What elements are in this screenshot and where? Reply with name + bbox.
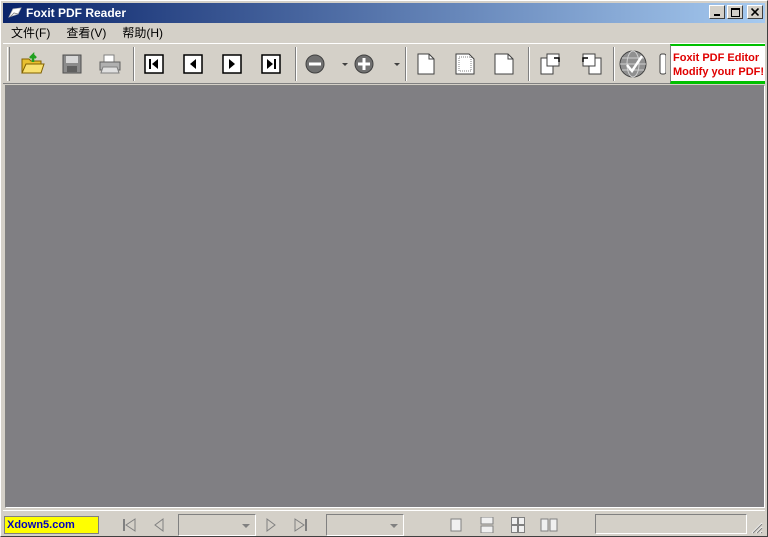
watermark-text: Xdown5.com [7, 519, 75, 531]
ad-line-2: Modify your PDF! [673, 66, 765, 78]
globe-icon [619, 50, 647, 78]
previous-page-icon [154, 518, 164, 532]
zoom-in-icon [354, 54, 374, 74]
rotate-right-button[interactable] [536, 50, 566, 78]
status-first-page-button[interactable] [119, 516, 139, 534]
previous-page-button[interactable] [178, 50, 208, 78]
previous-page-icon [183, 54, 203, 74]
fit-width-button[interactable] [489, 50, 519, 78]
window-controls [709, 5, 763, 19]
print-button[interactable] [95, 50, 125, 78]
toolbar-grip[interactable] [7, 47, 10, 81]
menu-help[interactable]: 帮助(H) [114, 24, 171, 41]
page-number-combo[interactable] [178, 514, 256, 536]
chevron-down-icon[interactable] [242, 524, 250, 528]
fit-page-button[interactable] [450, 50, 480, 78]
facing-continuous-icon [511, 517, 525, 533]
toolbar-separator [295, 47, 297, 81]
zoom-combo[interactable] [326, 514, 404, 536]
toolbar: Foxit PDF Editor Modify your PDF! [3, 43, 765, 84]
next-page-button[interactable] [217, 50, 247, 78]
zoom-out-icon [305, 54, 325, 74]
watermark-badge: Xdown5.com [4, 516, 99, 534]
two-page-view-button[interactable] [539, 516, 559, 534]
rotate-right-icon [540, 53, 560, 75]
status-next-page-button[interactable] [261, 516, 281, 534]
facing-pages-icon [540, 518, 558, 532]
minimize-button[interactable] [709, 5, 725, 19]
save-icon [62, 54, 82, 74]
print-icon [99, 54, 121, 74]
continuous-page-icon [480, 517, 494, 533]
window-title: Foxit PDF Reader [26, 6, 127, 20]
next-page-icon [222, 54, 242, 74]
actual-size-button[interactable] [411, 50, 441, 78]
continuous-view-button[interactable] [477, 516, 497, 534]
minimize-icon [714, 14, 720, 16]
zoom-out-button[interactable] [300, 50, 330, 78]
maximize-button[interactable] [727, 5, 743, 19]
more-tools-icon [659, 53, 666, 75]
toolbar-separator [405, 47, 407, 81]
next-page-icon [266, 518, 276, 532]
maximize-icon [730, 7, 740, 17]
more-tools-button[interactable] [654, 50, 668, 78]
close-button[interactable] [747, 5, 763, 19]
chevron-down-icon[interactable] [390, 524, 398, 528]
single-page-view-button[interactable] [446, 516, 466, 534]
close-icon [751, 8, 759, 16]
foxit-app-icon [8, 7, 22, 18]
toolbar-separator [133, 47, 135, 81]
rotate-left-icon [582, 53, 602, 75]
fit-width-icon [494, 53, 514, 75]
last-page-button[interactable] [256, 50, 286, 78]
app-window: Foxit PDF Reader 文件(F) 查看(V) 帮助(H) Foxit… [0, 0, 768, 537]
document-area[interactable] [5, 85, 765, 508]
open-button[interactable] [17, 50, 47, 78]
status-panel [595, 514, 747, 534]
toolbar-separator [613, 47, 615, 81]
zoom-out-dropdown-arrow[interactable] [342, 63, 348, 66]
ad-line-1: Foxit PDF Editor [673, 52, 760, 64]
title-bar[interactable]: Foxit PDF Reader [3, 3, 765, 23]
fit-page-icon [455, 53, 475, 75]
menu-view[interactable]: 查看(V) [58, 24, 114, 41]
zoom-in-dropdown-arrow[interactable] [394, 63, 400, 66]
single-page-icon [450, 518, 462, 532]
first-page-button[interactable] [139, 50, 169, 78]
facing-view-button[interactable] [508, 516, 528, 534]
status-last-page-button[interactable] [291, 516, 311, 534]
actual-size-icon [417, 53, 435, 75]
first-page-icon [144, 54, 164, 74]
ad-banner[interactable]: Foxit PDF Editor Modify your PDF! [670, 44, 765, 84]
zoom-in-button[interactable] [349, 50, 379, 78]
menu-file[interactable]: 文件(F) [3, 24, 58, 41]
rotate-left-button[interactable] [576, 50, 606, 78]
first-page-icon [123, 518, 136, 532]
last-page-icon [261, 54, 281, 74]
save-button[interactable] [57, 50, 87, 78]
status-bar: Xdown5.com [3, 510, 765, 536]
status-previous-page-button[interactable] [149, 516, 169, 534]
web-button[interactable] [618, 50, 648, 78]
resize-grip-icon[interactable] [751, 522, 763, 534]
last-page-icon [294, 518, 307, 532]
menu-bar: 文件(F) 查看(V) 帮助(H) [3, 23, 765, 42]
open-icon [21, 51, 45, 74]
toolbar-separator [528, 47, 530, 81]
